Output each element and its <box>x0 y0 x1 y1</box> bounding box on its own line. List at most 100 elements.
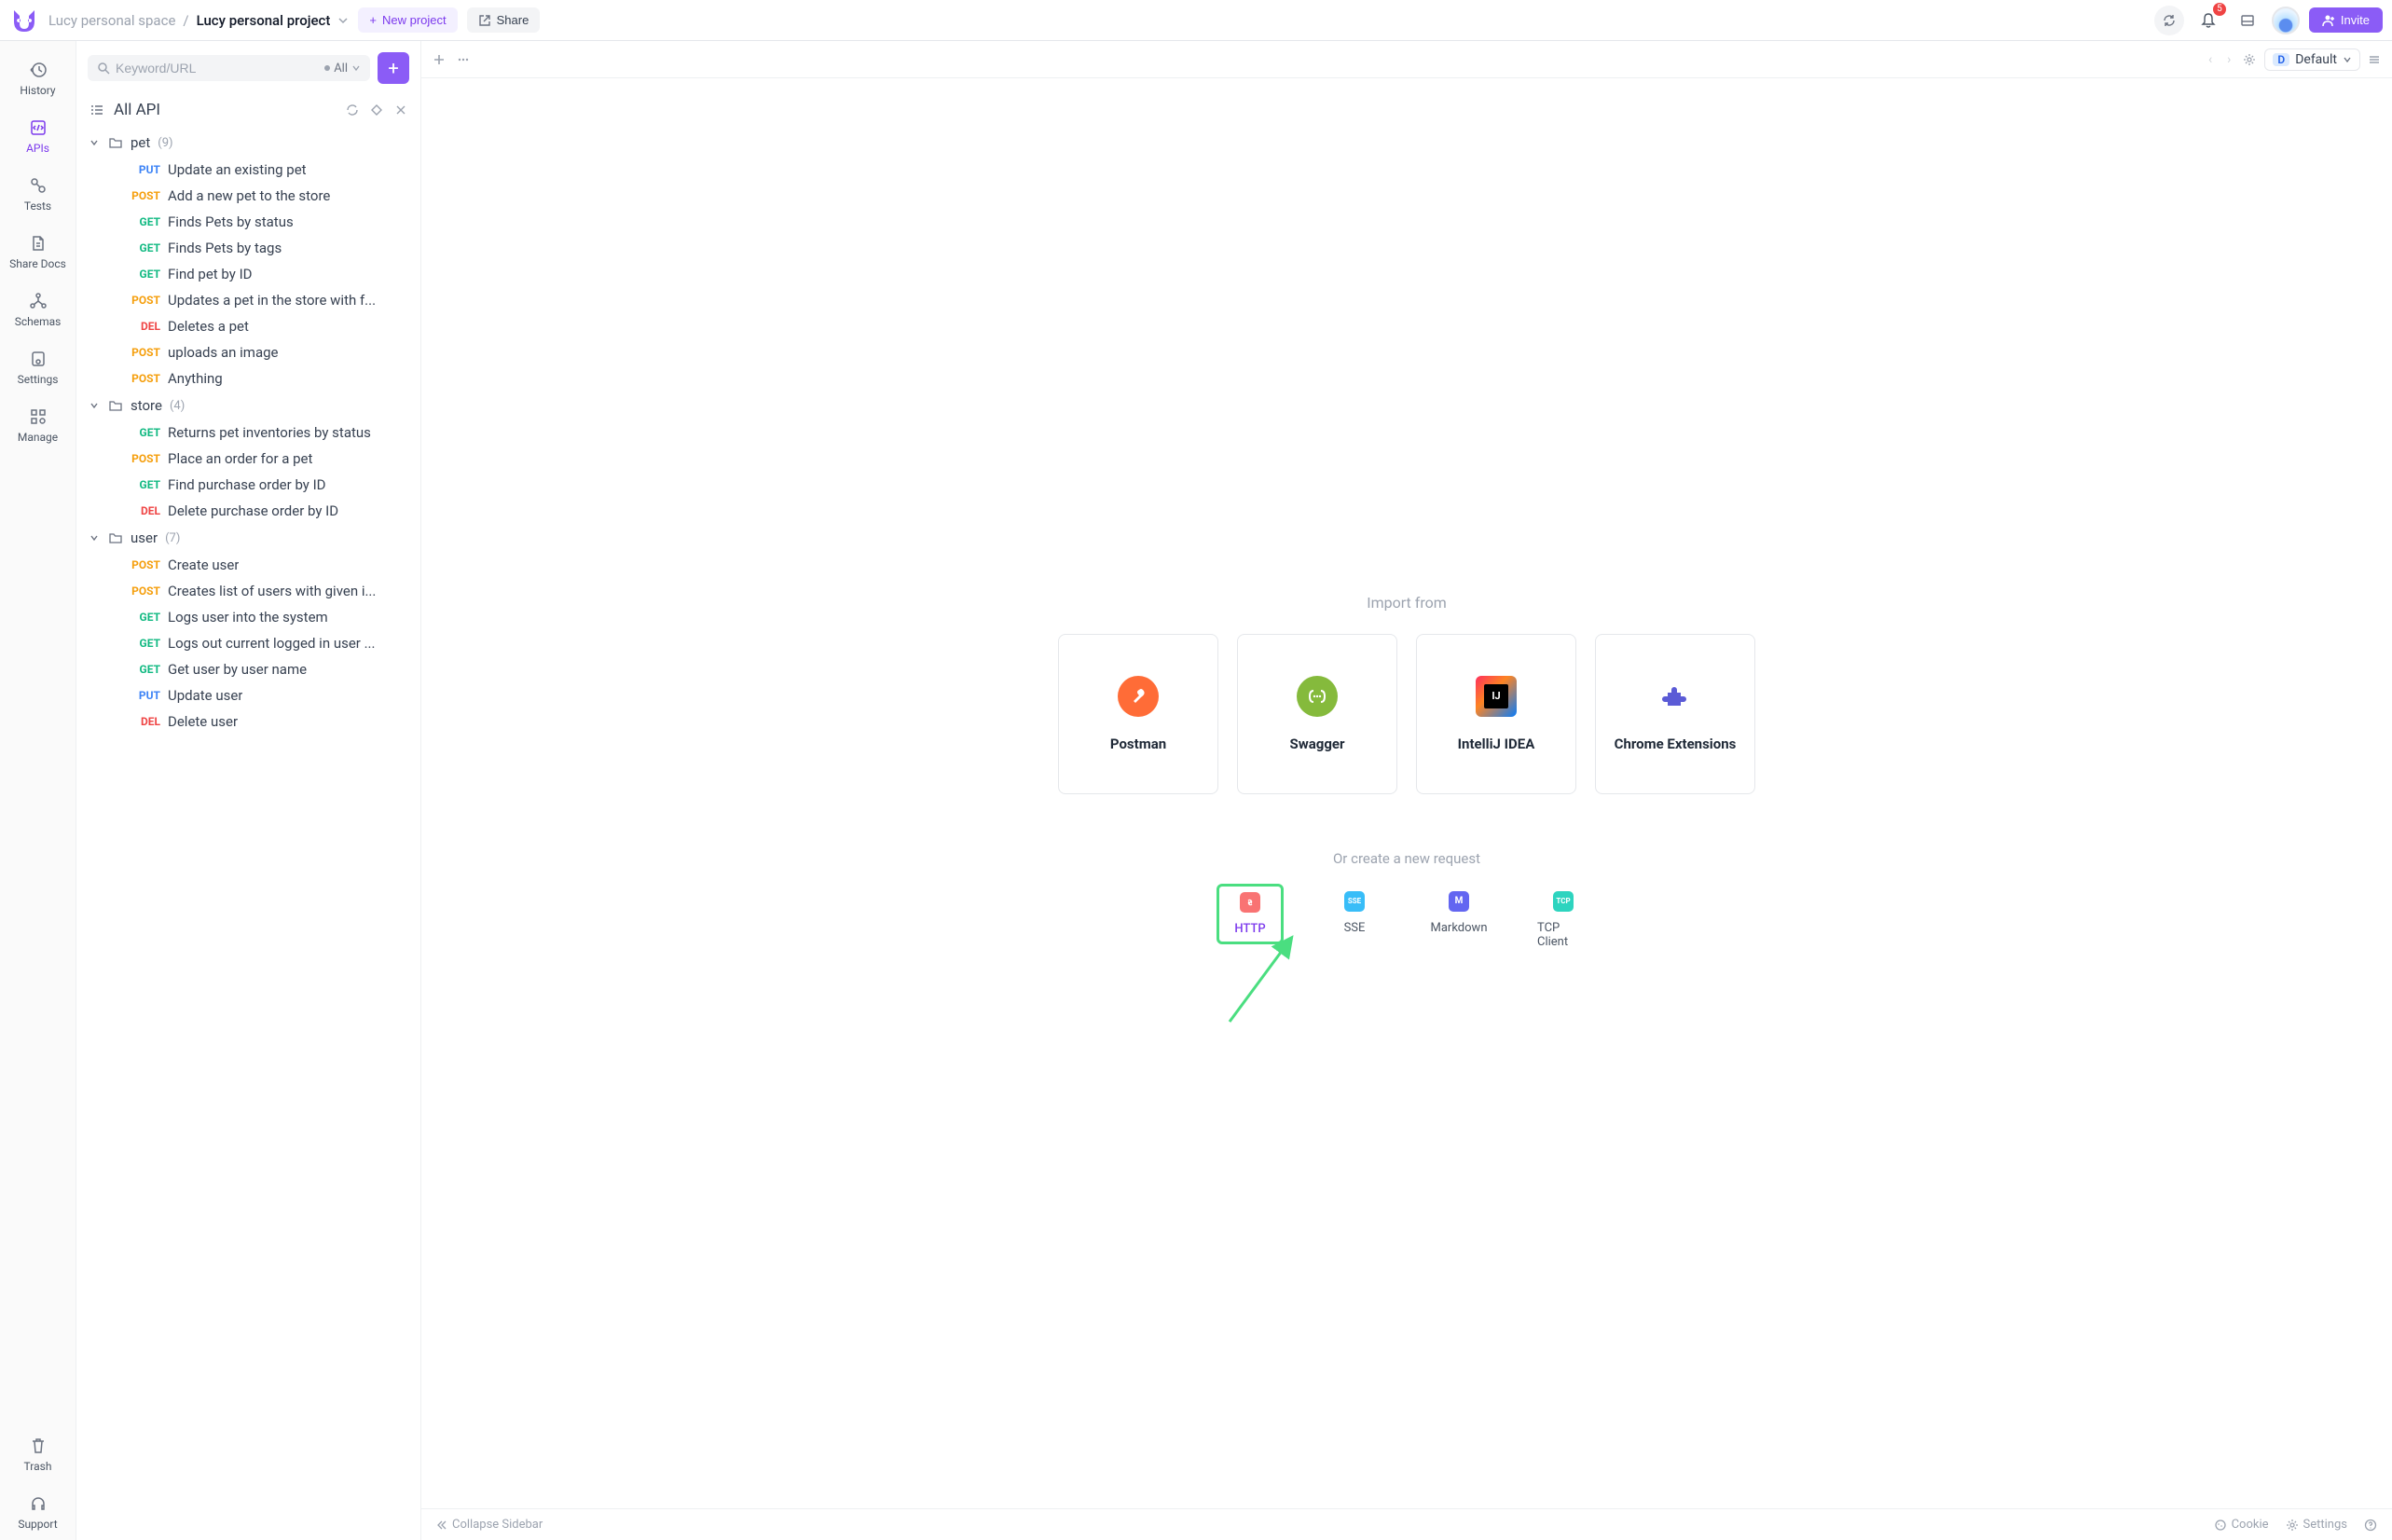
folder-store[interactable]: store (4) <box>76 392 420 419</box>
footer-settings-button[interactable]: Settings <box>2286 1518 2347 1532</box>
breadcrumb: Lucy personal space / Lucy personal proj… <box>48 12 349 29</box>
endpoint-item[interactable]: DELDeletes a pet <box>76 313 420 339</box>
method-badge: POST <box>119 294 160 307</box>
search-box[interactable]: All <box>88 55 370 81</box>
rail-history[interactable]: History <box>0 50 76 106</box>
collapse-sidebar-button[interactable]: Collapse Sidebar <box>436 1518 543 1532</box>
new-tab-button[interactable] <box>433 53 446 66</box>
panel-button[interactable] <box>2233 6 2262 35</box>
chevron-down-icon <box>89 138 101 147</box>
trash-icon <box>28 1436 48 1456</box>
env-label: Default <box>2295 52 2337 67</box>
env-settings-icon[interactable] <box>2242 52 2257 67</box>
method-badge: PUT <box>119 163 160 176</box>
tab-more-button[interactable] <box>457 53 470 66</box>
endpoint-item[interactable]: GETFinds Pets by status <box>76 209 420 235</box>
create-markdown-button[interactable]: M Markdown <box>1425 884 1492 942</box>
rail-support[interactable]: Support <box>0 1484 76 1540</box>
manage-icon <box>28 406 48 427</box>
invite-button[interactable]: Invite <box>2309 7 2383 33</box>
all-api-title[interactable]: All API <box>114 101 160 119</box>
method-badge: GET <box>119 663 160 676</box>
folder-count: (4) <box>170 399 185 413</box>
endpoint-item[interactable]: GETReturns pet inventories by status <box>76 419 420 446</box>
method-badge: DEL <box>119 504 160 517</box>
add-api-button[interactable]: + <box>378 52 409 84</box>
tab-prev-button[interactable]: ‹ <box>2205 52 2216 67</box>
folder-name: pet <box>131 134 150 151</box>
endpoint-item[interactable]: PUTUpdate an existing pet <box>76 157 420 183</box>
method-badge: GET <box>119 268 160 281</box>
rail-trash[interactable]: Trash <box>0 1426 76 1482</box>
env-badge: D <box>2273 53 2289 66</box>
endpoint-item[interactable]: PUTUpdate user <box>76 682 420 708</box>
refresh-icon[interactable] <box>346 103 359 117</box>
rail-trash-label: Trash <box>24 1460 52 1473</box>
create-sse-button[interactable]: SSE SSE <box>1321 884 1388 942</box>
search-input[interactable] <box>116 61 319 76</box>
folder-user[interactable]: user (7) <box>76 524 420 552</box>
notifications-button[interactable]: 5 <box>2193 6 2223 35</box>
endpoint-label: Anything <box>168 370 223 387</box>
rail-settings[interactable]: Settings <box>0 339 76 395</box>
import-swagger-card[interactable]: Swagger <box>1237 634 1397 794</box>
breadcrumb-project[interactable]: Lucy personal project <box>197 12 331 29</box>
layout-menu-icon[interactable] <box>2368 53 2381 66</box>
sse-label: SSE <box>1344 921 1366 935</box>
rail-apis[interactable]: APIs <box>0 108 76 164</box>
endpoint-item[interactable]: GETFind pet by ID <box>76 261 420 287</box>
endpoint-label: Update user <box>168 687 242 704</box>
app-logo[interactable] <box>9 6 39 35</box>
rail-settings-label: Settings <box>18 373 59 386</box>
folder-pet[interactable]: pet (9) <box>76 129 420 157</box>
new-project-button[interactable]: + New project <box>358 7 457 33</box>
rail-history-label: History <box>20 84 55 97</box>
share-button[interactable]: Share <box>467 7 541 33</box>
endpoint-item[interactable]: GETLogs user into the system <box>76 604 420 630</box>
avatar[interactable] <box>2272 7 2300 34</box>
plus-icon: + <box>369 13 377 27</box>
rail-share-docs[interactable]: Share Docs <box>0 224 76 280</box>
rail-tests[interactable]: Tests <box>0 166 76 222</box>
markdown-label: Markdown <box>1431 921 1488 935</box>
method-badge: GET <box>119 241 160 254</box>
list-icon[interactable] <box>89 103 104 117</box>
endpoint-item[interactable]: GETFind purchase order by ID <box>76 472 420 498</box>
endpoint-item[interactable]: GETFinds Pets by tags <box>76 235 420 261</box>
http-icon <box>1240 892 1260 913</box>
create-tcp-button[interactable]: TCP TCP Client <box>1530 884 1597 956</box>
create-http-button[interactable]: HTTP <box>1217 884 1284 944</box>
endpoint-item[interactable]: POSTuploads an image <box>76 339 420 365</box>
tests-icon <box>28 175 48 196</box>
cookie-button[interactable]: Cookie <box>2214 1518 2269 1532</box>
import-postman-card[interactable]: Postman <box>1058 634 1218 794</box>
endpoint-item[interactable]: GETLogs out current logged in user ... <box>76 630 420 656</box>
filter-dot-icon <box>324 65 330 71</box>
endpoint-item[interactable]: POSTPlace an order for a pet <box>76 446 420 472</box>
sync-button[interactable] <box>2154 6 2184 35</box>
endpoint-item[interactable]: POSTAdd a new pet to the store <box>76 183 420 209</box>
endpoint-item[interactable]: POSTCreates list of users with given i..… <box>76 578 420 604</box>
rail-schemas[interactable]: Schemas <box>0 282 76 337</box>
chevron-down-icon[interactable] <box>337 15 349 26</box>
rail-manage[interactable]: Manage <box>0 397 76 453</box>
endpoint-item[interactable]: POSTUpdates a pet in the store with f... <box>76 287 420 313</box>
endpoint-item[interactable]: DELDelete purchase order by ID <box>76 498 420 524</box>
import-chrome-card[interactable]: Chrome Extensions <box>1595 634 1755 794</box>
help-button[interactable] <box>2364 1519 2377 1532</box>
endpoint-item[interactable]: DELDelete user <box>76 708 420 735</box>
endpoint-item[interactable]: POSTAnything <box>76 365 420 392</box>
import-intellij-card[interactable]: IJ IntelliJ IDEA <box>1416 634 1576 794</box>
endpoint-item[interactable]: POSTCreate user <box>76 552 420 578</box>
tab-next-button[interactable]: › <box>2223 52 2234 67</box>
endpoint-item[interactable]: GETGet user by user name <box>76 656 420 682</box>
endpoint-label: Delete user <box>168 713 238 730</box>
locate-icon[interactable] <box>370 103 383 117</box>
environment-selector[interactable]: D Default <box>2264 48 2360 71</box>
folder-icon <box>108 135 123 150</box>
rail-manage-label: Manage <box>18 431 58 444</box>
endpoint-label: Creates list of users with given i... <box>168 583 376 599</box>
search-filter[interactable]: All <box>324 62 361 76</box>
collapse-all-icon[interactable] <box>394 103 407 117</box>
breadcrumb-space[interactable]: Lucy personal space <box>48 12 175 29</box>
